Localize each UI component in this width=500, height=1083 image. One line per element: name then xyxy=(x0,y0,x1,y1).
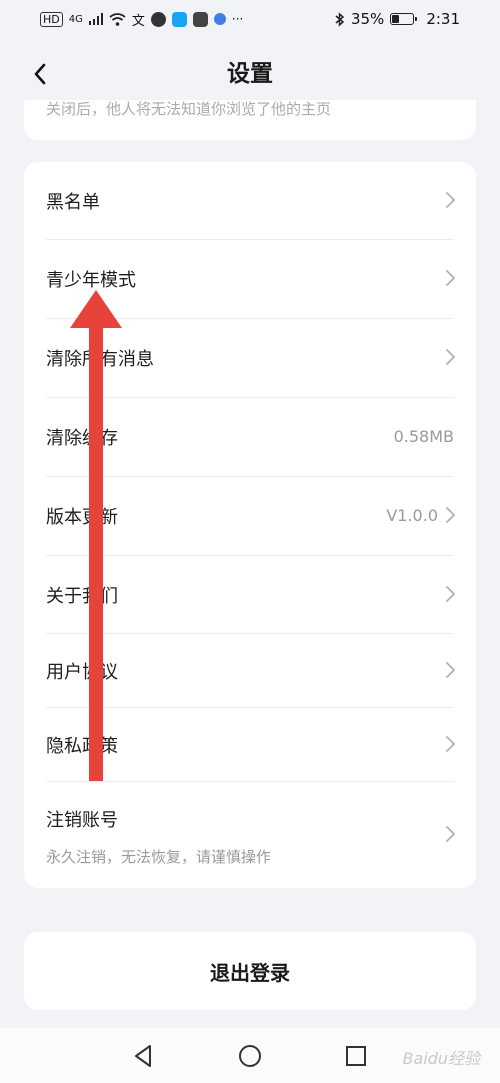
bluetooth-icon xyxy=(335,11,345,27)
red-arrow-annotation xyxy=(70,290,122,781)
nav-home-icon[interactable] xyxy=(236,1042,264,1070)
app-icon-search xyxy=(171,11,187,27)
chevron-right-icon xyxy=(446,270,456,286)
page-title: 设置 xyxy=(227,61,273,87)
privacy-card: 关闭后，他人将无法知道你浏览了他的主页 xyxy=(24,100,476,140)
header: 设置 xyxy=(0,46,500,102)
settings-item-label: 黑名单 xyxy=(46,192,100,213)
app-icon-circle xyxy=(150,11,166,27)
version-value: V1.0.0 xyxy=(386,506,438,525)
settings-item-label: 注销账号 xyxy=(46,810,118,831)
chevron-right-icon xyxy=(446,349,456,365)
clock: 2:31 xyxy=(426,10,460,28)
nav-recents-icon[interactable] xyxy=(342,1042,370,1070)
settings-item-blacklist[interactable]: 黑名单 xyxy=(24,162,476,240)
cache-size-value: 0.58MB xyxy=(393,427,454,446)
app-icon-face xyxy=(192,11,208,27)
status-bar: HD 4G 文 ··· 35% 2:31 xyxy=(0,0,500,38)
settings-item-label: 青少年模式 xyxy=(46,270,136,291)
delete-account-warning: 永久注销，无法恢复，请谨慎操作 xyxy=(46,848,272,866)
watermark: Baidu经验 xyxy=(402,1049,480,1068)
chevron-right-icon xyxy=(446,662,456,678)
wifi-icon xyxy=(109,12,126,26)
status-bar-right: 35% 2:31 xyxy=(335,10,460,28)
chevron-right-icon xyxy=(446,192,456,208)
chevron-right-icon xyxy=(446,586,456,602)
chevron-right-icon xyxy=(446,507,456,523)
nav-back-icon[interactable] xyxy=(130,1042,158,1070)
app-icon-music xyxy=(213,13,226,25)
status-bar-left: HD 4G 文 ··· xyxy=(40,10,243,29)
chevron-right-icon xyxy=(446,736,456,752)
hd-indicator: HD xyxy=(40,11,63,27)
battery-percent: 35% xyxy=(350,10,385,28)
settings-item-delete-account[interactable]: 注销账号 永久注销，无法恢复，请谨慎操作 xyxy=(24,782,476,888)
logout-label: 退出登录 xyxy=(210,960,290,985)
signal-icon xyxy=(88,13,103,25)
privacy-hint-text: 关闭后，他人将无法知道你浏览了他的主页 xyxy=(46,100,332,118)
system-nav-bar: Baidu经验 xyxy=(0,1028,500,1083)
more-status-icons: ··· xyxy=(231,12,244,26)
app-icon-text: 文 xyxy=(131,13,145,29)
logout-button[interactable]: 退出登录 xyxy=(24,932,476,1010)
network-type: 4G xyxy=(68,13,83,25)
battery-icon xyxy=(390,13,418,25)
chevron-right-icon xyxy=(446,826,456,842)
